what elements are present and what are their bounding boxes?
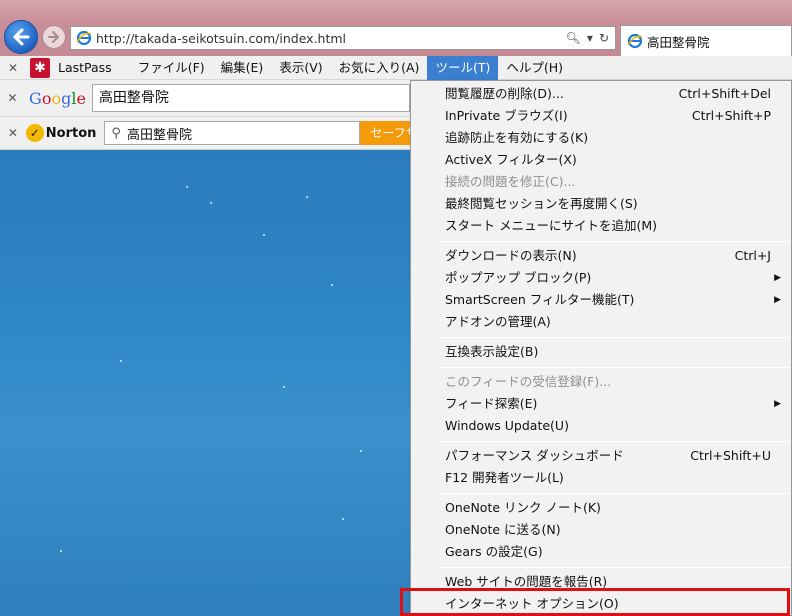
submenu-arrow-icon: ▶ bbox=[774, 399, 781, 409]
background-speck bbox=[306, 196, 308, 198]
safe-search-button[interactable]: セーフサーチ bbox=[360, 121, 410, 145]
menu-add-to-start[interactable]: スタート メニューにサイトを追加(M) bbox=[411, 215, 791, 237]
background-speck bbox=[60, 550, 62, 552]
menu-subscribe-feed: このフィードの受信登録(F)... bbox=[445, 374, 612, 389]
menu-view-downloads[interactable]: ダウンロードの表示(N) Ctrl+J bbox=[411, 245, 791, 267]
menu-tracking-protection[interactable]: 追跡防止を有効にする(K) bbox=[411, 127, 791, 149]
address-bar[interactable]: http://takada-seikotsuin.com/index.html … bbox=[70, 26, 616, 50]
menu-gears-settings[interactable]: Gears の設定(G) bbox=[411, 541, 791, 563]
background-speck bbox=[331, 284, 333, 286]
background-speck bbox=[186, 186, 188, 188]
menu-favorites[interactable]: お気に入り(A) bbox=[331, 56, 428, 80]
dropdown-icon[interactable]: ▾ bbox=[587, 31, 593, 45]
arrow-left-icon bbox=[13, 28, 30, 46]
background-speck bbox=[283, 386, 285, 388]
menu-onenote-linked[interactable]: OneNote リンク ノート(K) bbox=[411, 497, 791, 519]
background-speck bbox=[210, 202, 212, 204]
menu-inprivate[interactable]: InPrivate ブラウズ(I) Ctrl+Shift+P bbox=[411, 105, 791, 127]
menu-tools[interactable]: ツール(T) bbox=[427, 55, 499, 80]
submenu-arrow-icon: ▶ bbox=[774, 295, 781, 305]
menu-separator bbox=[439, 567, 789, 568]
menu-fix-connection: 接続の問題を修正(C)... bbox=[445, 174, 576, 189]
menu-send-to-onenote[interactable]: OneNote に送る(N) bbox=[411, 519, 791, 541]
menu-feed-discovery[interactable]: フィード探索(E) ▶ bbox=[411, 393, 791, 415]
menu-activex-filter[interactable]: ActiveX フィルター(X) bbox=[411, 149, 791, 171]
google-search-input[interactable]: 高田整骨院 bbox=[91, 84, 410, 112]
norton-toolbar: ✕ ✓ Norton ⚲ 高田整骨院 セーフサーチ bbox=[0, 117, 410, 150]
menu-reopen-session[interactable]: 最終閲覧セッションを再度開く(S) bbox=[411, 193, 791, 215]
menu-view[interactable]: 表示(V) bbox=[271, 56, 330, 80]
menu-smartscreen[interactable]: SmartScreen フィルター機能(T) ▶ bbox=[411, 289, 791, 311]
norton-search-value[interactable]: 高田整骨院 bbox=[127, 124, 192, 143]
search-icon[interactable]: 🔍︎ bbox=[566, 31, 581, 45]
background-speck bbox=[263, 234, 265, 236]
menu-separator bbox=[439, 493, 789, 494]
menu-file[interactable]: ファイル(F) bbox=[130, 56, 213, 80]
background-speck bbox=[360, 450, 362, 452]
menu-performance-dashboard[interactable]: パフォーマンス ダッシュボード Ctrl+Shift+U bbox=[411, 445, 791, 467]
back-button[interactable] bbox=[4, 20, 38, 54]
menu-delete-history[interactable]: 閲覧履歴の削除(D)... Ctrl+Shift+Del bbox=[411, 83, 791, 105]
menu-bar: ✕ ✱ LastPass ファイル(F) 編集(E) 表示(V) お気に入り(A… bbox=[0, 55, 792, 80]
background-speck bbox=[120, 360, 122, 362]
close-icon[interactable]: ✕ bbox=[0, 61, 26, 75]
ie-icon bbox=[76, 30, 92, 46]
google-toolbar: ✕ Google 高田整骨院 bbox=[0, 80, 410, 117]
tab-title: 高田整骨院 bbox=[647, 34, 710, 50]
background-speck bbox=[342, 518, 344, 520]
norton-search-input[interactable]: ⚲ 高田整骨院 bbox=[104, 121, 361, 145]
checkmark-icon: ✓ bbox=[25, 124, 44, 142]
search-icon: ⚲ bbox=[111, 125, 121, 141]
menu-popup-blocker[interactable]: ポップアップ ブロック(P) ▶ bbox=[411, 267, 791, 289]
menu-f12-devtools[interactable]: F12 開発者ツール(L) bbox=[411, 467, 791, 489]
page-content bbox=[0, 150, 410, 616]
ie-icon bbox=[627, 33, 643, 49]
address-url[interactable]: http://takada-seikotsuin.com/index.html bbox=[96, 31, 566, 46]
menu-manage-addons[interactable]: アドオンの管理(A) bbox=[411, 311, 791, 333]
arrow-right-icon bbox=[48, 31, 59, 43]
menu-separator bbox=[439, 241, 789, 242]
tab-current[interactable]: 高田整骨院 bbox=[620, 25, 792, 56]
menu-separator bbox=[439, 337, 789, 338]
norton-brand: Norton bbox=[45, 125, 97, 141]
menu-windows-update[interactable]: Windows Update(U) bbox=[411, 415, 791, 437]
tools-menu: 閲覧履歴の削除(D)... Ctrl+Shift+Del InPrivate ブラ… bbox=[410, 80, 792, 616]
highlight-box bbox=[400, 588, 790, 616]
browser-title-bar: http://takada-seikotsuin.com/index.html … bbox=[0, 0, 792, 56]
refresh-icon[interactable]: ↻ bbox=[599, 31, 609, 45]
menu-edit[interactable]: 編集(E) bbox=[213, 56, 272, 80]
close-icon[interactable]: ✕ bbox=[0, 91, 25, 105]
lastpass-label[interactable]: LastPass bbox=[58, 60, 112, 75]
google-logo-icon: Google bbox=[29, 88, 86, 108]
submenu-arrow-icon: ▶ bbox=[774, 273, 781, 283]
menu-separator bbox=[439, 367, 789, 368]
forward-button[interactable] bbox=[42, 25, 66, 49]
lastpass-icon[interactable]: ✱ bbox=[30, 57, 50, 78]
menu-compat-view[interactable]: 互換表示設定(B) bbox=[411, 341, 791, 363]
norton-logo: ✓ Norton bbox=[25, 124, 97, 142]
close-icon[interactable]: ✕ bbox=[0, 126, 26, 140]
menu-help[interactable]: ヘルプ(H) bbox=[498, 56, 571, 80]
menu-separator bbox=[439, 441, 789, 442]
